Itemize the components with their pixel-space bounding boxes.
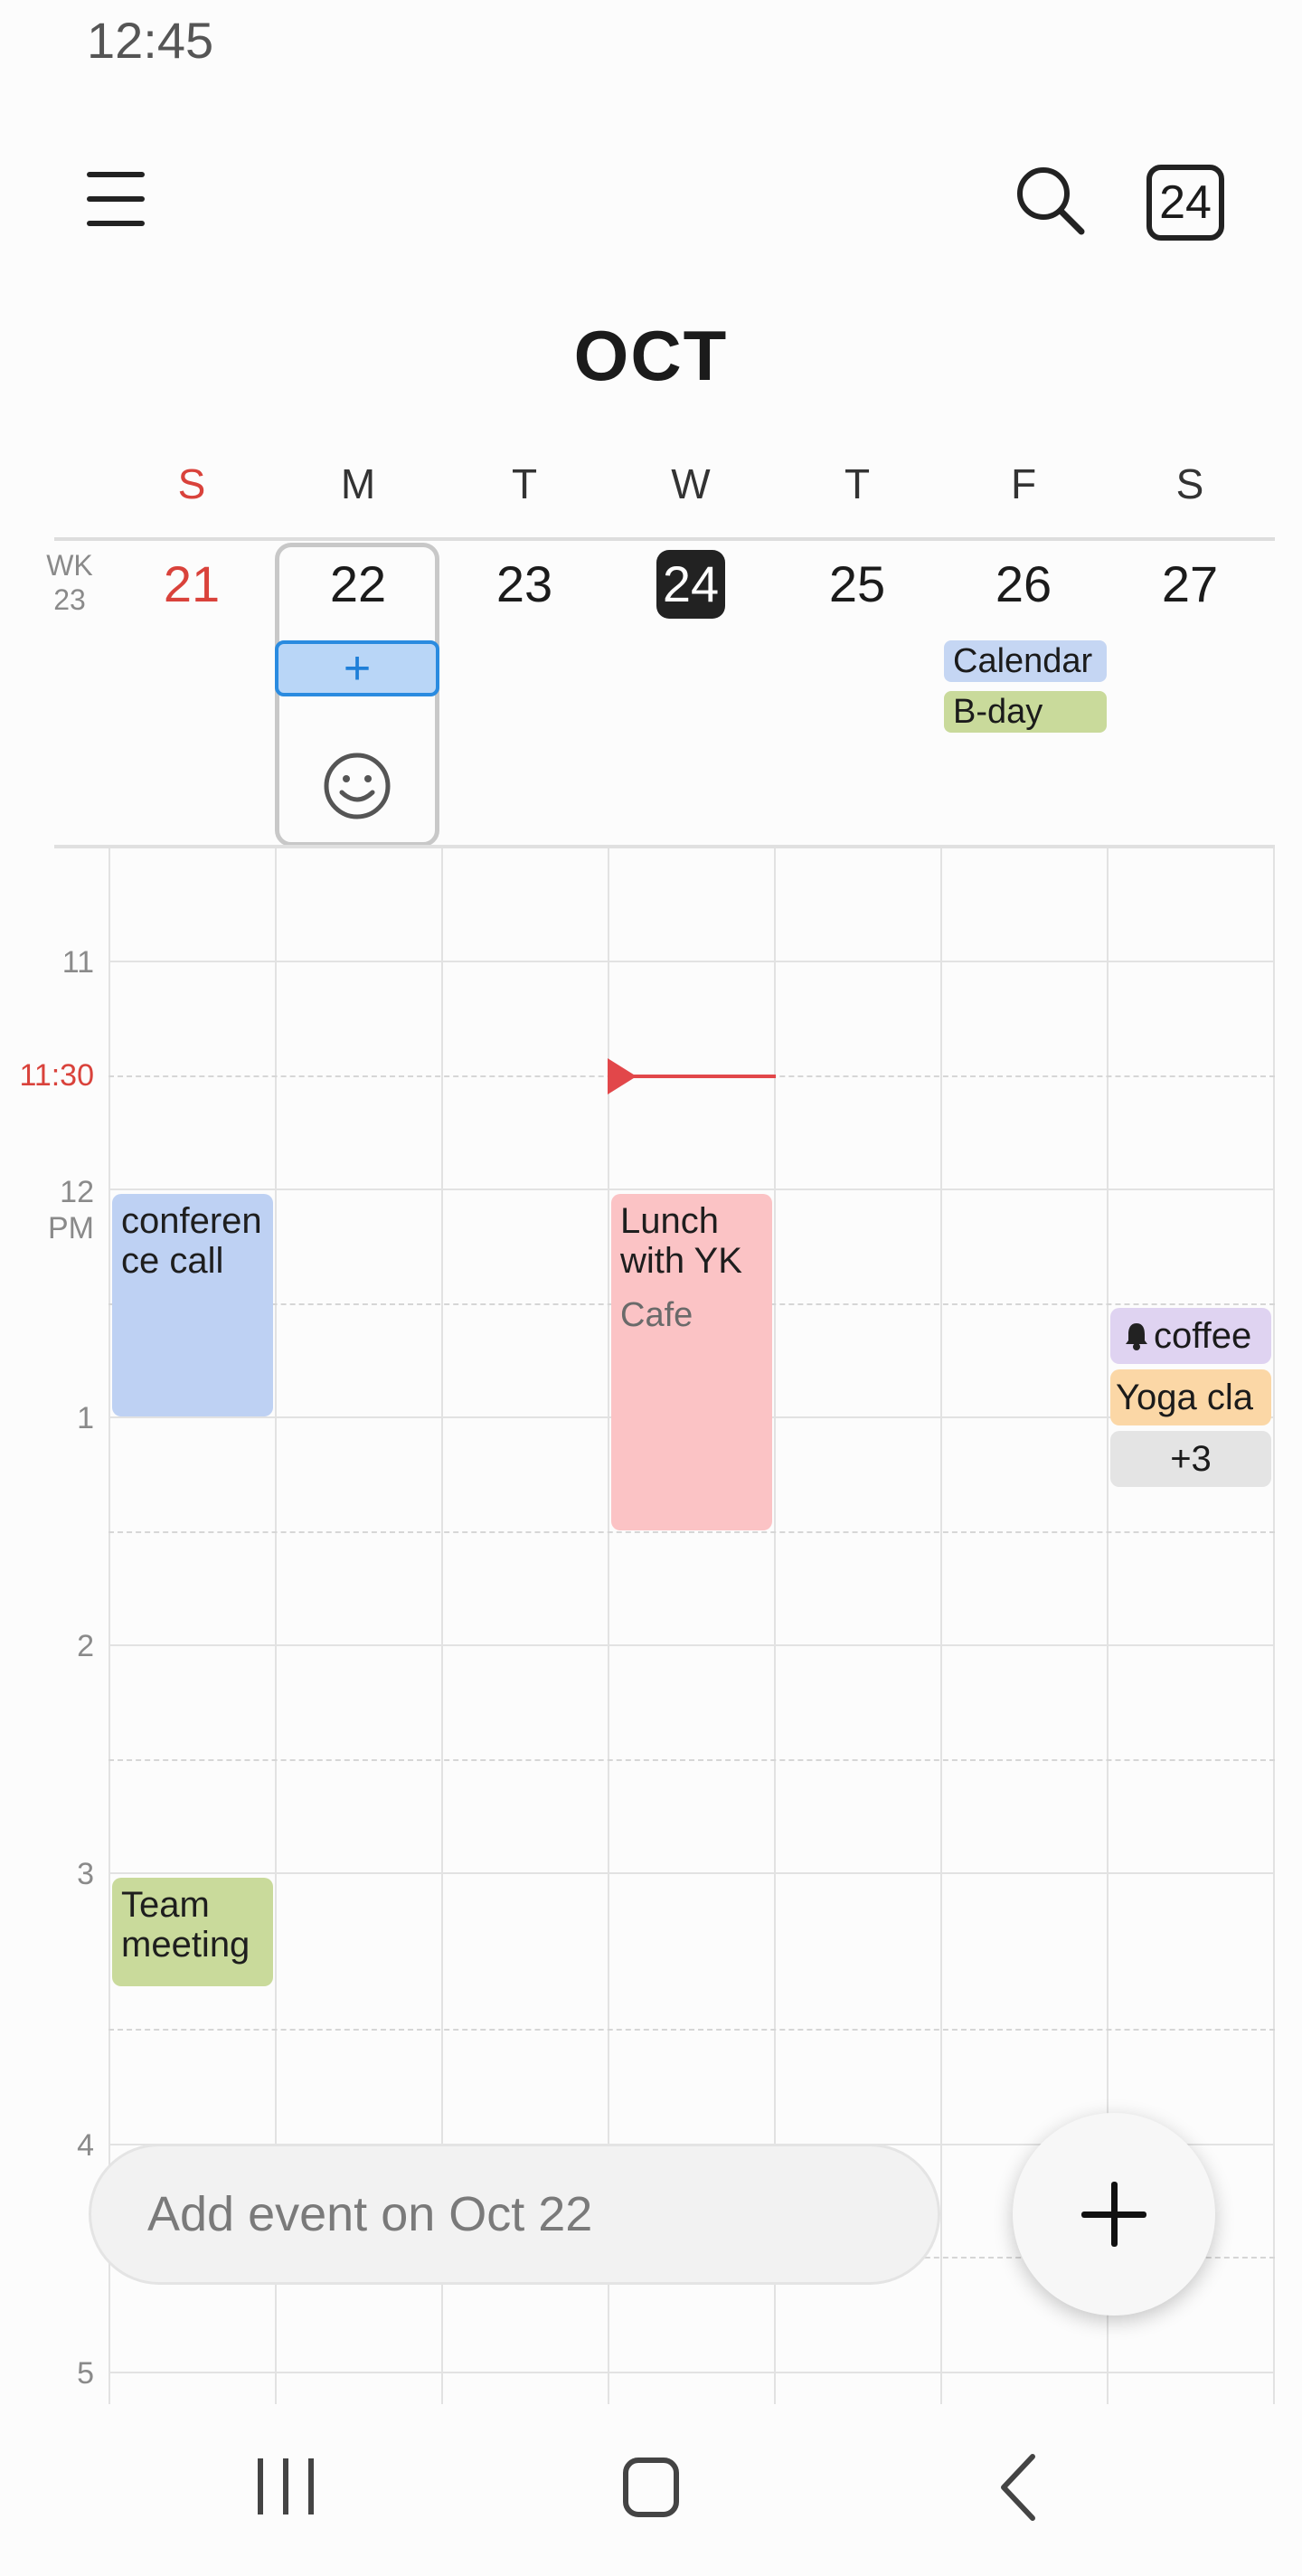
hour-label-12pm: 12 PM xyxy=(48,1175,94,1245)
hour-label-5: 5 xyxy=(77,2356,94,2391)
add-plus-icon[interactable] xyxy=(1013,2113,1215,2316)
smiley-sticker-icon[interactable] xyxy=(322,751,392,821)
hour-line xyxy=(108,1872,1275,1874)
hour-label-11: 11 xyxy=(61,945,94,980)
hour-label-2: 2 xyxy=(77,1629,94,1663)
current-time-line xyxy=(624,1075,776,1078)
all-day-event-calendar[interactable]: Calendar xyxy=(944,640,1107,682)
event-title: Lunch with YK xyxy=(620,1201,742,1281)
hour-line xyxy=(108,1644,1275,1646)
more-events-button[interactable]: +3 xyxy=(1110,1431,1271,1487)
day-letter-mon: M xyxy=(340,460,376,507)
date-24[interactable]: 24 xyxy=(608,550,774,619)
date-22[interactable]: 22 xyxy=(275,550,441,619)
recent-apps-icon[interactable] xyxy=(222,2442,349,2533)
event-title: conferen ce call xyxy=(121,1201,262,1281)
hour-label-1: 1 xyxy=(77,1401,94,1435)
home-icon[interactable] xyxy=(588,2442,714,2533)
event-conference-call[interactable]: conferen ce call xyxy=(112,1194,273,1416)
current-time-label: 11:30 xyxy=(19,1058,94,1093)
all-day-divider xyxy=(54,845,1275,848)
more-events-count: +3 xyxy=(1170,1439,1212,1479)
status-bar-time: 12:45 xyxy=(87,12,214,69)
menu-icon[interactable] xyxy=(87,172,145,226)
event-yoga-class[interactable]: Yoga cla xyxy=(1110,1369,1271,1425)
month-title: OCT xyxy=(573,316,729,395)
half-hour-line xyxy=(108,2029,1275,2031)
half-hour-line xyxy=(108,1759,1275,1761)
add-event-input[interactable]: Add event on Oct 22 xyxy=(89,2144,940,2285)
date-26[interactable]: 26 xyxy=(940,550,1107,619)
add-event-placeholder: Add event on Oct 22 xyxy=(147,2187,593,2241)
event-title: Yoga cla xyxy=(1116,1378,1253,1417)
hour-label-3: 3 xyxy=(77,1857,94,1891)
hour-line xyxy=(108,1189,1275,1190)
event-lunch-with-yk[interactable]: Lunch with YK Cafe xyxy=(611,1194,772,1530)
all-day-event-bday[interactable]: B-day xyxy=(944,691,1107,733)
day-letter-sat: S xyxy=(1175,460,1204,507)
day-letter-thu: T xyxy=(844,460,871,507)
event-location: Cafe xyxy=(620,1296,693,1334)
today-button[interactable]: 24 xyxy=(1146,165,1224,241)
date-23[interactable]: 23 xyxy=(441,550,608,619)
hour-label-4: 4 xyxy=(77,2128,94,2163)
half-hour-line xyxy=(108,1531,1275,1533)
event-title: coffee xyxy=(1154,1316,1252,1356)
event-team-meeting[interactable]: Team meeting xyxy=(112,1878,273,1986)
back-icon[interactable] xyxy=(958,2442,1085,2533)
header-divider xyxy=(54,537,1275,541)
hour-line xyxy=(108,2372,1275,2373)
day-letter-wed: W xyxy=(671,460,711,507)
day-letter-tue: T xyxy=(511,460,538,507)
grid-column-line xyxy=(1273,848,1275,2404)
event-coffee[interactable]: coffee xyxy=(1110,1308,1271,1364)
hour-line xyxy=(108,961,1275,962)
add-event-button[interactable]: + xyxy=(275,640,439,696)
plus-icon: + xyxy=(343,642,372,695)
grid-column-line xyxy=(940,848,942,2404)
date-21[interactable]: 21 xyxy=(108,550,275,619)
bell-icon xyxy=(1126,1323,1147,1350)
search-icon[interactable] xyxy=(1014,165,1087,237)
date-25[interactable]: 25 xyxy=(774,550,940,619)
day-letter-sun: S xyxy=(177,460,206,507)
day-letter-fri: F xyxy=(1010,460,1037,507)
event-title: Team meeting xyxy=(121,1885,250,1965)
week-number: WK 23 xyxy=(46,549,93,616)
date-27[interactable]: 27 xyxy=(1107,550,1273,619)
